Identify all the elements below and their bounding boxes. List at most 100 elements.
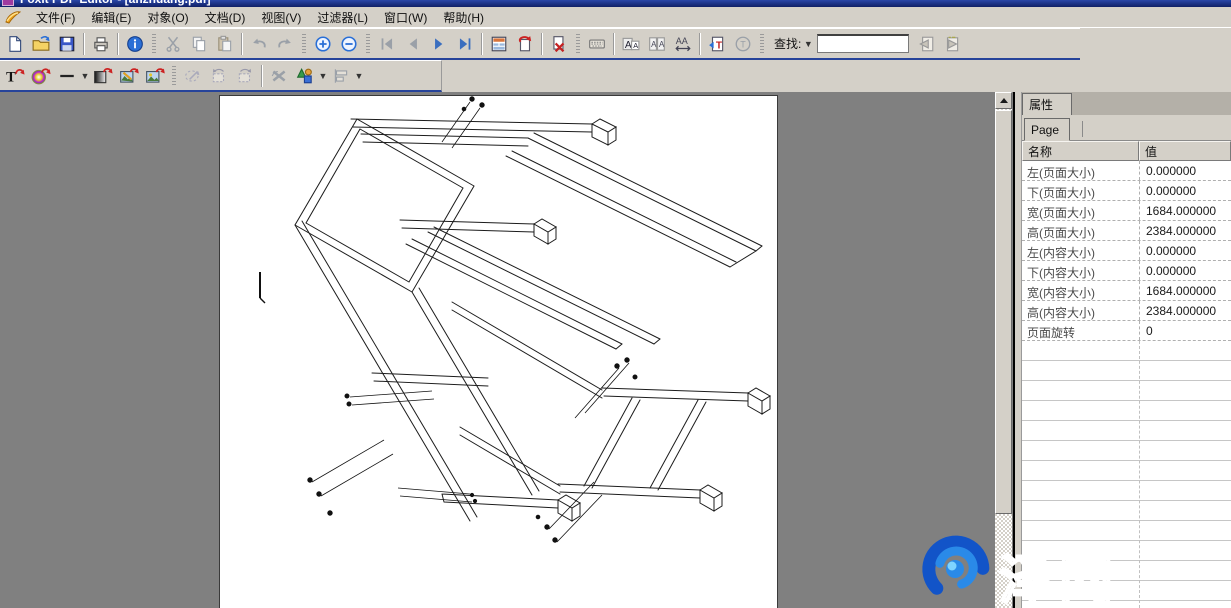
keyboard-icon[interactable] <box>584 32 610 56</box>
prop-name: 下(内容大小) <box>1022 261 1139 280</box>
font-size-icon[interactable]: AA <box>618 32 644 56</box>
align-dropdown[interactable]: ▼ <box>354 65 364 87</box>
panel-splitter[interactable] <box>1015 92 1022 608</box>
add-image-icon[interactable] <box>142 64 168 88</box>
table-row[interactable]: 页面旋转 0 <box>1022 321 1231 341</box>
table-row[interactable]: 宽(内容大小) 1684.000000 <box>1022 281 1231 301</box>
line-style-dropdown[interactable]: ▼ <box>80 65 90 87</box>
menu-view[interactable]: 视图(V) <box>253 7 309 28</box>
add-shape-icon[interactable] <box>292 64 318 88</box>
undo-icon[interactable] <box>246 32 272 56</box>
prop-value[interactable]: 0.000000 <box>1139 241 1231 260</box>
last-page-icon[interactable] <box>452 32 478 56</box>
prop-value[interactable]: 2384.000000 <box>1139 301 1231 320</box>
redo-icon[interactable] <box>272 32 298 56</box>
menu-help[interactable]: 帮助(H) <box>435 7 492 28</box>
char-spacing-icon[interactable]: AA <box>670 32 696 56</box>
toolbar-area: AA AA AA T T 查找: ▼ <box>0 28 1231 92</box>
find-input[interactable] <box>817 34 909 53</box>
menu-window[interactable]: 窗口(W) <box>376 7 435 28</box>
prop-name: 高(页面大小) <box>1022 221 1139 240</box>
object-toolbar: T ▼ <box>0 60 442 92</box>
insert-text-icon[interactable]: T <box>704 32 730 56</box>
table-row[interactable]: 左(内容大小) 0.000000 <box>1022 241 1231 261</box>
menu-edit[interactable]: 编辑(E) <box>83 7 139 28</box>
menu-object[interactable]: 对象(O) <box>139 7 196 28</box>
menu-filter[interactable]: 过滤器(L) <box>309 7 376 28</box>
prop-value[interactable]: 0 <box>1139 321 1231 340</box>
vertical-scrollbar[interactable] <box>995 92 1012 608</box>
prop-name: 下(页面大小) <box>1022 181 1139 200</box>
find-label: 查找: <box>774 35 801 52</box>
menu-document[interactable]: 文档(D) <box>197 7 254 28</box>
add-text-icon[interactable]: T <box>2 64 28 88</box>
line-style-icon[interactable] <box>54 64 80 88</box>
add-color-icon[interactable] <box>28 64 54 88</box>
table-row[interactable]: 高(页面大小) 2384.000000 <box>1022 221 1231 241</box>
table-row[interactable]: 下(页面大小) 0.000000 <box>1022 181 1231 201</box>
properties-panel: 属性 Page 名称 值 左(页面大小) 0.000000 下(页面大小) 0.… <box>1015 92 1231 608</box>
properties-tab-strip: Page <box>1022 115 1231 141</box>
scrollbar-thumb[interactable] <box>995 110 1012 514</box>
properties-title-tab[interactable]: 属性 <box>1022 93 1072 115</box>
select-object-icon[interactable] <box>180 64 206 88</box>
open-icon[interactable] <box>28 32 54 56</box>
table-header-row: 名称 值 <box>1022 141 1231 161</box>
screw-group-left-mid <box>345 391 434 406</box>
prop-name: 高(内容大小) <box>1022 301 1139 320</box>
header-name[interactable]: 名称 <box>1022 141 1139 161</box>
table-row[interactable]: 宽(页面大小) 1684.000000 <box>1022 201 1231 221</box>
text-circle-icon[interactable]: T <box>730 32 756 56</box>
print-icon[interactable] <box>88 32 114 56</box>
prop-value[interactable]: 0.000000 <box>1139 261 1231 280</box>
info-icon[interactable] <box>122 32 148 56</box>
svg-text:AA: AA <box>676 36 688 46</box>
prev-page-icon[interactable] <box>400 32 426 56</box>
page-drawing <box>220 96 779 608</box>
add-shape-dropdown[interactable]: ▼ <box>318 65 328 87</box>
header-value[interactable]: 值 <box>1139 141 1231 161</box>
document-canvas[interactable] <box>0 92 1013 608</box>
find-next-icon[interactable] <box>939 32 965 56</box>
find-prev-icon[interactable] <box>913 32 939 56</box>
next-page-icon[interactable] <box>426 32 452 56</box>
prop-value[interactable]: 1684.000000 <box>1139 281 1231 300</box>
align-objects-icon[interactable] <box>328 64 354 88</box>
zoom-in-icon[interactable] <box>310 32 336 56</box>
properties-titlebar: 属性 <box>1022 92 1231 115</box>
svg-text:A: A <box>633 40 638 49</box>
scroll-up-button[interactable] <box>995 92 1012 109</box>
screw-group-left-low <box>308 440 393 515</box>
paste-icon[interactable] <box>212 32 238 56</box>
tab-page[interactable]: Page <box>1024 118 1070 141</box>
pdf-page[interactable] <box>219 95 778 608</box>
prop-value[interactable]: 2384.000000 <box>1139 221 1231 240</box>
table-row[interactable]: 左(页面大小) 0.000000 <box>1022 161 1231 181</box>
menu-file[interactable]: 文件(F) <box>28 7 83 28</box>
prop-value[interactable]: 1684.000000 <box>1139 201 1231 220</box>
new-icon[interactable] <box>2 32 28 56</box>
rotate-object-right-icon[interactable] <box>232 64 258 88</box>
svg-text:T: T <box>716 40 723 51</box>
zoom-out-icon[interactable] <box>336 32 362 56</box>
cut-icon[interactable] <box>160 32 186 56</box>
prop-value[interactable]: 0.000000 <box>1139 161 1231 180</box>
table-row[interactable]: 高(内容大小) 2384.000000 <box>1022 301 1231 321</box>
foxit-pen-icon <box>4 9 22 25</box>
prop-name: 宽(页面大小) <box>1022 201 1139 220</box>
font-pair-icon[interactable]: AA <box>644 32 670 56</box>
rotate-page-icon[interactable] <box>512 32 538 56</box>
copy-icon[interactable] <box>186 32 212 56</box>
watermark-text: 泽网 <box>999 536 1119 608</box>
page-layout-icon[interactable] <box>486 32 512 56</box>
add-shading-icon[interactable] <box>90 64 116 88</box>
find-history-dropdown[interactable]: ▼ <box>803 33 813 55</box>
rotate-object-left-icon[interactable] <box>206 64 232 88</box>
first-page-icon[interactable] <box>374 32 400 56</box>
edit-image-icon[interactable] <box>116 64 142 88</box>
prop-value[interactable]: 0.000000 <box>1139 181 1231 200</box>
delete-page-icon[interactable] <box>546 32 572 56</box>
save-icon[interactable] <box>54 32 80 56</box>
table-row[interactable]: 下(内容大小) 0.000000 <box>1022 261 1231 281</box>
delete-object-icon[interactable] <box>266 64 292 88</box>
